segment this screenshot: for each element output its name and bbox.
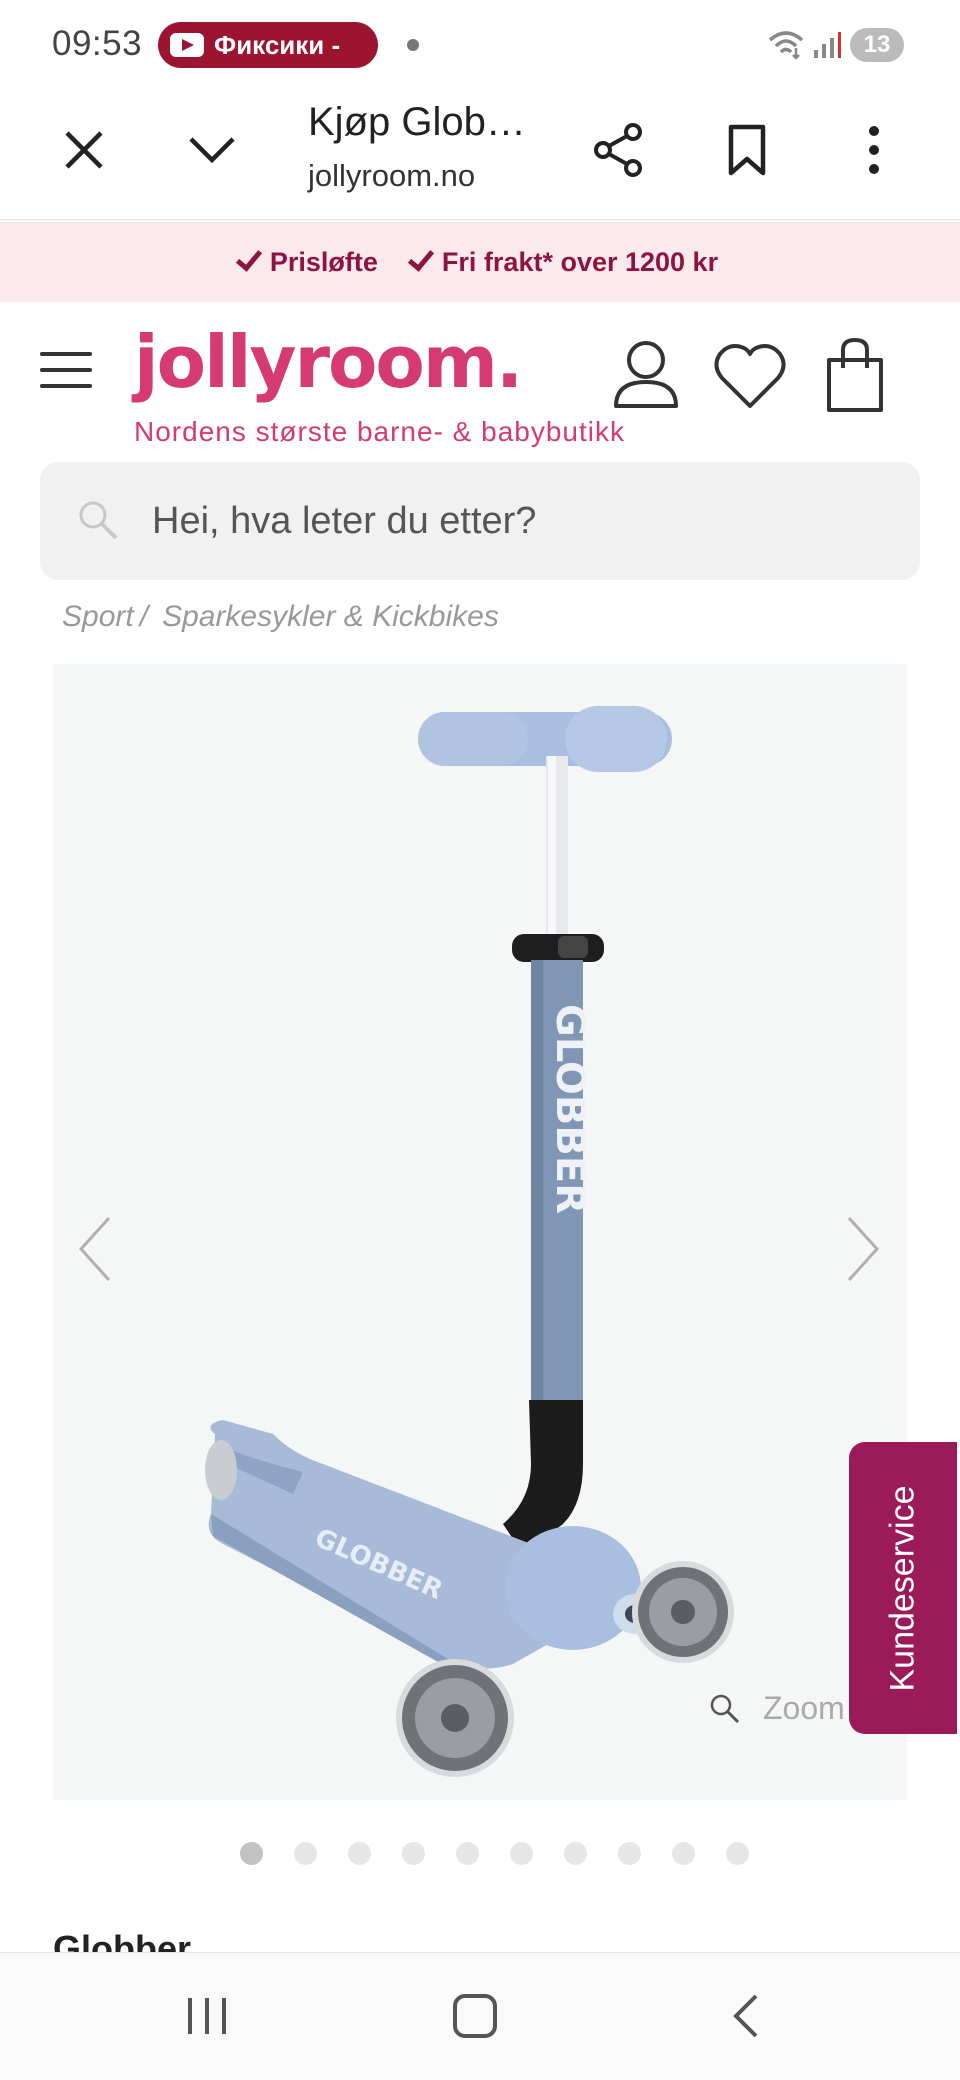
page: 09:53 Фиксики - 13 Kjøp Glob… jollyroom.…	[0, 0, 960, 2080]
promo-item-label: Prisløfte	[269, 246, 378, 277]
check-icon	[407, 244, 434, 272]
gallery-dot[interactable]	[672, 1842, 695, 1865]
promo-item[interactable]: Prisløfte	[235, 244, 378, 278]
gallery-dot[interactable]	[726, 1842, 749, 1865]
notification-pill-label: Фиксики -	[214, 29, 341, 60]
svg-text:GLOBBER: GLOBBER	[547, 1004, 593, 1214]
bookmark-icon	[728, 124, 766, 176]
breadcrumb-separator: /	[139, 600, 149, 633]
shopping-bag-icon	[827, 337, 883, 412]
chevron-right-icon	[847, 1216, 880, 1282]
magnifier-icon	[710, 1694, 740, 1723]
zoom-button[interactable]: Zoom	[709, 1690, 845, 1727]
page-title[interactable]: Kjøp Glob…	[308, 100, 526, 145]
site-tagline: Nordens største barne- & babybutikk	[134, 416, 625, 447]
promo-item-label: Fri frakt* over 1200 kr	[441, 246, 719, 277]
gallery-dot[interactable]	[456, 1842, 479, 1865]
promo-item[interactable]: Fri frakt* over 1200 kr	[407, 244, 719, 278]
search-icon	[79, 501, 118, 540]
check-icon	[235, 244, 262, 272]
breadcrumb: Sport / Sparkesykler & Kickbikes	[62, 600, 499, 634]
gallery-next-button[interactable]	[833, 1204, 893, 1294]
gallery-dot[interactable]	[510, 1842, 533, 1865]
battery-indicator: 13	[850, 28, 904, 62]
menu-bar	[40, 368, 92, 372]
gallery-dot[interactable]	[564, 1842, 587, 1865]
hamburger-menu-button[interactable]	[40, 350, 96, 390]
more-menu-button[interactable]	[834, 110, 914, 190]
share-button[interactable]	[578, 110, 658, 190]
gallery-dot[interactable]	[618, 1842, 641, 1865]
search-input[interactable]	[152, 462, 892, 580]
gallery-dot[interactable]	[348, 1842, 371, 1865]
product-image: GLOBBER GLOBBER	[205, 706, 734, 1777]
gallery-dot[interactable]	[402, 1842, 425, 1865]
heart-icon	[714, 344, 786, 408]
wishlist-button[interactable]	[710, 336, 790, 416]
site-logo[interactable]: jollyroom.	[134, 320, 523, 404]
product-image-gallery[interactable]: GLOBBER GLOBBER Zoom	[53, 664, 907, 1800]
promo-bar: Prisløfte Fri frakt* over 1200 kr	[0, 222, 960, 302]
back-button[interactable]	[700, 1981, 790, 2051]
user-icon	[614, 341, 678, 408]
zoom-label: Zoom	[763, 1690, 845, 1726]
status-time: 09:53	[52, 24, 143, 63]
home-button[interactable]	[430, 1981, 520, 2051]
gallery-pagination	[240, 1842, 749, 1865]
back-chevron-icon	[733, 1994, 758, 2038]
wifi-icon	[768, 31, 804, 60]
gallery-dot[interactable]	[240, 1842, 263, 1865]
collapse-button[interactable]	[172, 110, 252, 190]
cell-signal-icon	[814, 32, 841, 58]
more-vertical-icon	[869, 126, 879, 174]
chevron-left-icon	[78, 1216, 111, 1282]
home-icon	[453, 1994, 497, 2038]
system-navigation-bar	[0, 1952, 960, 2080]
breadcrumb-link-kickbikes[interactable]: Sparkesykler & Kickbikes	[162, 600, 499, 633]
menu-bar	[40, 384, 92, 388]
close-tab-button[interactable]	[44, 110, 124, 190]
search-bar[interactable]	[40, 462, 920, 580]
bookmark-button[interactable]	[707, 110, 787, 190]
account-button[interactable]	[606, 336, 686, 416]
close-icon	[65, 131, 103, 169]
share-icon	[594, 123, 642, 177]
page-url[interactable]: jollyroom.no	[308, 158, 475, 194]
youtube-icon	[170, 33, 204, 57]
breadcrumb-link-sport[interactable]: Sport	[62, 600, 134, 633]
menu-bar	[40, 352, 92, 356]
recent-apps-button[interactable]	[162, 1981, 252, 2051]
customer-service-label: Kundeservice	[883, 1484, 922, 1692]
recent-apps-icon	[188, 1998, 226, 2034]
customer-service-tab[interactable]: Kundeservice	[849, 1442, 957, 1734]
notification-dot-icon	[407, 39, 419, 51]
gallery-prev-button[interactable]	[65, 1204, 125, 1294]
gallery-dot[interactable]	[294, 1842, 317, 1865]
chevron-down-icon	[189, 137, 235, 164]
status-bar: 09:53 Фиксики - 13	[0, 0, 960, 90]
youtube-notification-pill[interactable]: Фиксики -	[158, 22, 378, 68]
cart-button[interactable]	[815, 336, 895, 416]
browser-toolbar: Kjøp Glob… jollyroom.no	[0, 90, 960, 220]
